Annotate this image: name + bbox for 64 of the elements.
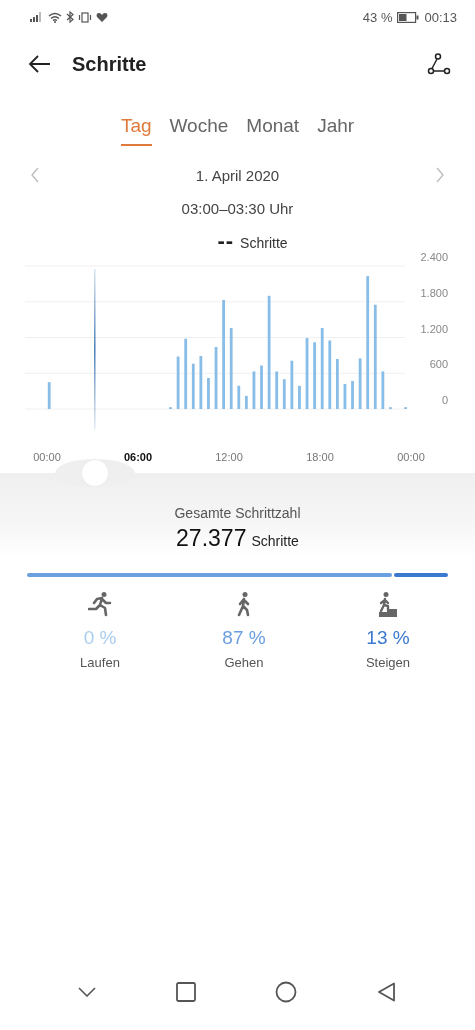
- axis-label: 00:00: [397, 451, 425, 463]
- heart-icon: [96, 11, 108, 23]
- time-range-label: 03:00–03:30 Uhr: [180, 200, 295, 217]
- chart-bar: [275, 371, 279, 409]
- selected-value: --: [217, 231, 235, 251]
- axis-label: 0: [441, 394, 448, 406]
- activity-percent: 13 %: [366, 627, 410, 649]
- signal-icon: [30, 12, 44, 22]
- period-tab[interactable]: Monat: [246, 108, 300, 146]
- chart-bar: [343, 384, 347, 409]
- collapse-button[interactable]: [75, 985, 98, 999]
- chart-bar: [351, 381, 354, 409]
- chart-bar: [244, 395, 248, 409]
- period-tab[interactable]: Jahr: [317, 108, 355, 146]
- chart-bar: [176, 356, 180, 409]
- activity-label: Steigen: [365, 655, 411, 670]
- bluetooth-icon: [66, 11, 74, 23]
- chart-bar: [184, 338, 188, 409]
- activity-percent: 0 %: [83, 627, 117, 649]
- chart-bar: [252, 371, 256, 409]
- axis-label: 06:00: [123, 451, 153, 463]
- chart-bar: [191, 363, 195, 409]
- vibrate-icon: [78, 11, 92, 23]
- activity-label: Gehen: [224, 655, 264, 670]
- clock-time: 00:13: [424, 9, 457, 25]
- recents-button[interactable]: [173, 980, 198, 1004]
- battery-percent: 43 %: [362, 9, 393, 25]
- total-steps-value: 27.377: [176, 525, 247, 552]
- chart-bar: [47, 382, 51, 409]
- period-tab[interactable]: Tag: [120, 108, 152, 146]
- total-label: Gesamte Schrittzahl: [174, 505, 301, 521]
- chart-bar: [290, 360, 294, 409]
- chart-bar: [358, 358, 362, 409]
- chart-bar: [214, 347, 218, 409]
- axis-label: 1.800: [420, 286, 448, 299]
- chart-bar: [237, 385, 241, 409]
- chart-bar: [381, 371, 385, 409]
- chart-bar: [305, 338, 309, 409]
- chart-bar: [313, 342, 316, 409]
- activity-label: Laufen: [80, 655, 120, 670]
- route-button[interactable]: [425, 51, 453, 77]
- axis-label: 00:00: [33, 451, 61, 463]
- unit-label: Schritte: [240, 235, 288, 251]
- chart-bar: [328, 340, 332, 409]
- running-person-icon: [88, 591, 112, 617]
- chart-bar: [260, 365, 263, 409]
- date-label: 1. April 2020: [195, 166, 280, 184]
- total-steps-unit: Schritte: [251, 533, 299, 549]
- axis-label: 12:00: [215, 451, 243, 463]
- chart-bar: [207, 378, 210, 409]
- axis-label: 18:00: [306, 451, 334, 463]
- activity-percent: 87 %: [222, 627, 266, 649]
- page-title: Schritte: [72, 52, 148, 76]
- axis-label: 1.200: [420, 322, 448, 335]
- wifi-icon: [48, 11, 62, 23]
- axis-label: 2.400: [420, 251, 448, 263]
- battery-icon: [397, 11, 420, 23]
- period-tab[interactable]: Woche: [169, 108, 229, 146]
- person-climbing-stairs-icon: [377, 591, 399, 617]
- axis-label: 600: [429, 358, 448, 371]
- chart-bar: [335, 358, 339, 409]
- chart-bar: [298, 385, 301, 409]
- chart-bar: [282, 379, 286, 409]
- chart-bar: [199, 355, 203, 409]
